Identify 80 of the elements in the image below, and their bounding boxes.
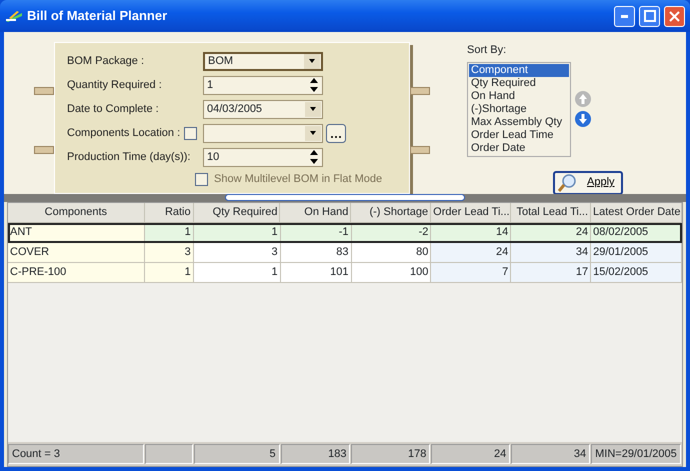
table-cell: 80 bbox=[352, 243, 432, 263]
summary-cell: Count = 3 bbox=[8, 444, 144, 464]
close-button[interactable] bbox=[664, 6, 685, 26]
table-cell: 1 bbox=[144, 263, 194, 283]
column-header[interactable]: Qty Required bbox=[194, 203, 280, 223]
dropdown[interactable]: BOM bbox=[203, 52, 323, 70]
column-header[interactable]: Latest Order Date bbox=[591, 203, 682, 223]
browse-button[interactable] bbox=[326, 124, 346, 142]
up-arrow-icon[interactable] bbox=[310, 78, 318, 84]
table-cell: ANT bbox=[8, 223, 145, 243]
summary-cell: 183 bbox=[280, 444, 350, 464]
table-cell: C-PRE-100 bbox=[8, 263, 145, 283]
spin-field[interactable]: 1 bbox=[203, 76, 323, 94]
summary-cell: 178 bbox=[351, 444, 430, 464]
checkbox[interactable] bbox=[195, 172, 208, 186]
peg bbox=[34, 87, 54, 95]
maximize-icon bbox=[644, 10, 656, 22]
table-cell: 101 bbox=[280, 263, 352, 283]
table-cell: 100 bbox=[352, 263, 432, 283]
list-item[interactable]: Max Assembly Qty bbox=[469, 116, 569, 128]
table-cell: 3 bbox=[194, 243, 281, 263]
list-item[interactable]: Order Date bbox=[469, 142, 569, 154]
list-item[interactable]: Order Lead Time bbox=[469, 128, 569, 142]
table-cell: -1 bbox=[280, 223, 352, 243]
down-arrow-icon[interactable] bbox=[310, 86, 318, 92]
column-header[interactable]: Order Lead Ti... bbox=[431, 203, 512, 223]
summary-cell: 24 bbox=[431, 444, 510, 464]
field-label: Production Time (day(s)): bbox=[67, 150, 190, 165]
list-item[interactable]: On Hand bbox=[469, 90, 569, 102]
app-icon bbox=[5, 9, 23, 23]
summary-cell: MIN=29/01/2005 bbox=[591, 444, 681, 464]
summary-cell: 34 bbox=[511, 444, 590, 464]
table-cell: 24 bbox=[511, 223, 592, 243]
table-cell: 1 bbox=[144, 223, 194, 243]
table-cell: 17 bbox=[511, 263, 592, 283]
table-cell: 34 bbox=[511, 243, 592, 263]
list-item[interactable]: (-)Shortage bbox=[469, 102, 569, 116]
table-cell: 08/02/2005 bbox=[591, 223, 682, 243]
column-header[interactable]: On Hand bbox=[280, 203, 352, 223]
dropdown[interactable]: 04/03/2005 bbox=[203, 100, 323, 118]
splitter-handle[interactable] bbox=[225, 194, 465, 201]
list-item[interactable]: Qty Required bbox=[469, 76, 569, 90]
table-cell: 83 bbox=[280, 243, 352, 263]
table-cell: 24 bbox=[431, 243, 512, 263]
column-header[interactable]: Total Lead Ti... bbox=[511, 203, 591, 223]
table-cell: 3 bbox=[144, 243, 194, 263]
field-label: Date to Complete : bbox=[67, 102, 159, 117]
sort-label: Sort By: bbox=[467, 43, 508, 58]
down-arrow-icon[interactable] bbox=[310, 158, 318, 164]
peg bbox=[410, 87, 430, 95]
table-cell: 15/02/2005 bbox=[591, 263, 682, 283]
move-down-icon[interactable] bbox=[574, 110, 592, 128]
checkbox-label: Show Multilevel BOM in Flat Mode bbox=[214, 172, 382, 187]
table-cell: 1 bbox=[194, 223, 281, 243]
peg bbox=[34, 146, 54, 154]
close-icon bbox=[669, 10, 680, 22]
table-cell: 14 bbox=[431, 223, 512, 243]
search-icon bbox=[557, 172, 577, 192]
up-arrow-icon[interactable] bbox=[310, 150, 318, 156]
table-cell: COVER bbox=[8, 243, 145, 263]
field-label: Quantity Required : bbox=[67, 78, 162, 93]
minimize-button[interactable] bbox=[614, 6, 635, 26]
window-title: Bill of Material Planner bbox=[27, 7, 168, 26]
column-header[interactable]: Ratio bbox=[144, 203, 194, 223]
table-cell: 7 bbox=[431, 263, 512, 283]
field-label: BOM Package : bbox=[67, 54, 144, 69]
field-label: Components Location : bbox=[67, 126, 180, 141]
maximize-button[interactable] bbox=[639, 6, 660, 26]
table-cell: -2 bbox=[352, 223, 432, 243]
column-header[interactable]: (-) Shortage bbox=[351, 203, 432, 223]
list-item[interactable]: Component bbox=[469, 64, 569, 76]
column-header[interactable]: Components bbox=[8, 203, 145, 223]
checkbox[interactable] bbox=[184, 126, 197, 140]
minimize-icon bbox=[621, 14, 628, 18]
spin-field[interactable]: 10 bbox=[203, 148, 323, 166]
peg bbox=[410, 146, 430, 154]
table-cell: 1 bbox=[194, 263, 281, 283]
apply-button[interactable]: Apply bbox=[553, 170, 623, 194]
table-cell: 29/01/2005 bbox=[591, 243, 682, 263]
summary-cell: 5 bbox=[194, 444, 280, 464]
